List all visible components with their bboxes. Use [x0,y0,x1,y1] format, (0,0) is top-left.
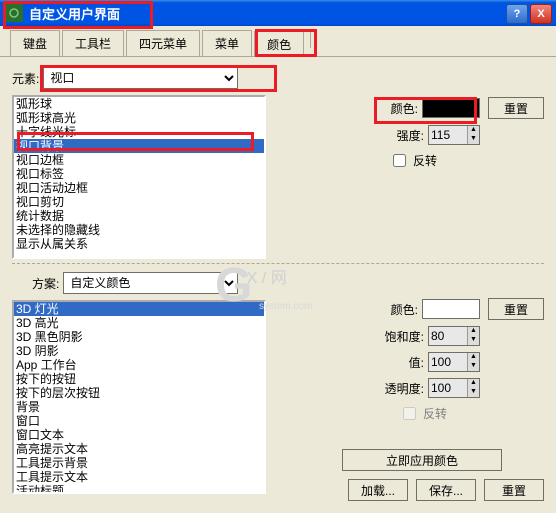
tab-quad[interactable]: 四元菜单 [126,30,200,56]
spinner-down-icon[interactable]: ▼ [467,135,479,144]
list-item[interactable]: 背景 [14,400,264,414]
list-item[interactable]: 按下的按钮 [14,372,264,386]
list-item[interactable]: 工具提示背景 [14,456,264,470]
list-item[interactable]: 统计数据 [14,209,264,223]
list-item[interactable]: 视口边框 [14,153,264,167]
help-button[interactable]: ? [506,4,528,24]
list-item[interactable]: 3D 黑色阴影 [14,330,264,344]
value-label: 值: [380,354,424,371]
saturation-spinner[interactable]: ▲▼ [428,326,480,346]
invert2-checkbox[interactable]: 反转 [399,404,447,423]
save-button[interactable]: 保存... [416,479,476,501]
reset-button[interactable]: 重置 [484,479,544,501]
list-item[interactable]: 窗口文本 [14,428,264,442]
tab-keyboard[interactable]: 键盘 [10,30,60,56]
list-item[interactable]: 弧形球 [14,97,264,111]
element-combo[interactable]: 视口 [43,67,238,89]
scheme-listbox[interactable]: 3D 灯光3D 高光3D 黑色阴影3D 阴影App 工作台按下的按钮按下的层次按… [12,300,266,494]
tab-toolbar[interactable]: 工具栏 [62,30,124,56]
list-item[interactable]: 视口标签 [14,167,264,181]
window-title: 自定义用户界面 [29,4,120,23]
list-item[interactable]: 3D 阴影 [14,344,264,358]
list-item[interactable]: 活动标题 [14,484,264,494]
color2-reset-button[interactable]: 重置 [488,298,544,320]
saturation-input[interactable] [429,329,467,343]
intensity-label: 强度: [380,127,424,144]
tab-menu[interactable]: 菜单 [202,30,252,56]
load-button[interactable]: 加载... [348,479,408,501]
app-icon [5,4,23,22]
intensity-input[interactable] [429,128,467,142]
list-item[interactable]: 高亮提示文本 [14,442,264,456]
color2-swatch[interactable] [422,299,480,319]
list-item[interactable]: 视口活动边框 [14,181,264,195]
spinner-up-icon[interactable]: ▲ [467,126,479,135]
scheme-combo[interactable]: 自定义颜色 [63,272,238,294]
tab-colors[interactable]: 颜色 [254,31,304,57]
list-item[interactable]: 未选择的隐藏线 [14,223,264,237]
list-item[interactable]: 按下的层次按钮 [14,386,264,400]
color1-swatch[interactable] [422,98,480,118]
list-item[interactable]: 3D 灯光 [14,302,264,316]
color1-reset-button[interactable]: 重置 [488,97,544,119]
list-item[interactable]: App 工作台 [14,358,264,372]
color2-label: 颜色: [374,301,418,318]
list-item[interactable]: 显示从属关系 [14,237,264,251]
intensity-spinner[interactable]: ▲▼ [428,125,480,145]
apply-button[interactable]: 立即应用颜色 [342,449,502,471]
opacity-label: 透明度: [380,380,424,397]
close-button[interactable]: X [530,4,552,24]
titlebar: 自定义用户界面 ? X [0,0,556,26]
opacity-spinner[interactable]: ▲▼ [428,378,480,398]
scheme-label: 方案: [32,275,59,292]
list-item[interactable]: 视口剪切 [14,195,264,209]
value-spinner[interactable]: ▲▼ [428,352,480,372]
element-label: 元素: [12,70,39,87]
list-item[interactable]: 窗口 [14,414,264,428]
opacity-input[interactable] [429,381,467,395]
element-listbox[interactable]: 弧形球弧形球高光十字线光标视口背景视口边框视口标签视口活动边框视口剪切统计数据未… [12,95,266,259]
list-item[interactable]: 弧形球高光 [14,111,264,125]
list-item[interactable]: 工具提示文本 [14,470,264,484]
color1-label: 颜色: [374,100,418,117]
list-item[interactable]: 3D 高光 [14,316,264,330]
list-item[interactable]: 视口背景 [14,139,264,153]
tab-row: 键盘 工具栏 四元菜单 菜单 颜色 [0,26,556,57]
value-input[interactable] [429,355,467,369]
list-item[interactable]: 十字线光标 [14,125,264,139]
saturation-label: 饱和度: [380,328,424,345]
invert1-checkbox[interactable]: 反转 [389,151,437,170]
